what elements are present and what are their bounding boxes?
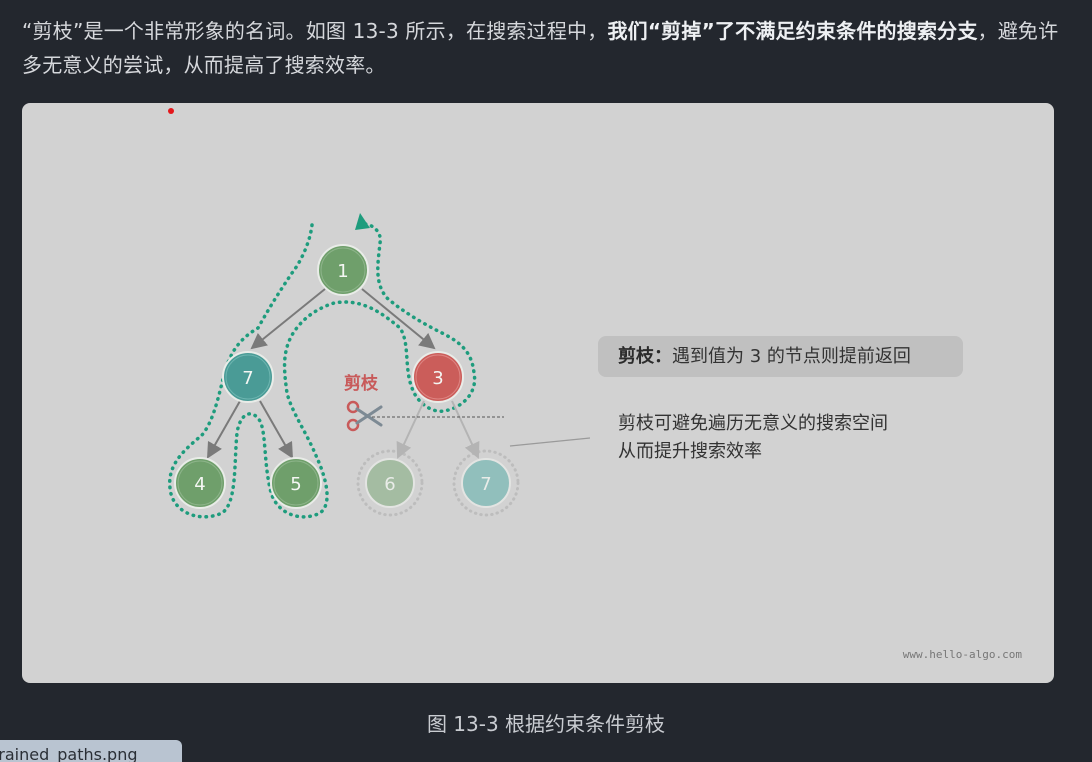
tree-node-5: 5 [270, 457, 322, 509]
note-connector [509, 437, 591, 447]
tree-node-6-faded: 6 [365, 458, 415, 508]
node-1-label: 1 [337, 261, 348, 282]
file-name-tab[interactable]: trained_paths.png [0, 740, 182, 762]
tree-node-7-left: 7 [222, 351, 274, 403]
node-6-label: 6 [384, 474, 395, 495]
figure-caption: 图 13-3 根据约束条件剪枝 [426, 712, 666, 736]
edge-7-5 [259, 400, 293, 459]
node-4-label: 4 [194, 474, 205, 495]
edge-1-3 [361, 288, 436, 350]
pruning-note: 剪枝可避免遍历无意义的搜索空间 从而提升搜索效率 [618, 410, 888, 466]
tree-diagram: 1 7 3 4 5 6 7 [168, 213, 591, 519]
file-name-label: trained_paths.png [0, 745, 138, 762]
note-line-1: 剪枝可避免遍历无意义的搜索空间 [618, 413, 888, 434]
callout-bold: 剪枝： [618, 346, 672, 367]
callout-text: 遇到值为 3 的节点则提前返回 [672, 346, 911, 367]
tree-node-1: 1 [317, 244, 369, 296]
paragraph-bold-text: 我们“剪掉”了不满足约束条件的搜索分支 [607, 19, 978, 43]
watermark: www.hello-algo.com [902, 648, 1022, 661]
cursor-marker [168, 108, 174, 114]
pruning-callout: 剪枝：遇到值为 3 的节点则提前返回 [598, 336, 963, 377]
node-3-label: 3 [432, 368, 443, 389]
tree-node-4: 4 [174, 457, 226, 509]
traversal-arrow-head [355, 213, 370, 230]
tree-node-3-pruned: 3 [412, 351, 464, 403]
node-7-left-label: 7 [242, 368, 253, 389]
prune-label: 剪枝 [344, 374, 378, 394]
page: “剪枝”是一个非常形象的名词。如图 13-3 所示，在搜索过程中，我们“剪掉”了… [0, 0, 1092, 762]
edge-3-7 [451, 400, 480, 459]
paragraph-text-1: “剪枝”是一个非常形象的名词。如图 13-3 所示，在搜索过程中， [22, 19, 608, 43]
tree-node-7-right-faded: 7 [461, 458, 511, 508]
scissors-icon [346, 400, 383, 432]
note-line-2: 从而提升搜索效率 [618, 441, 762, 462]
node-5-label: 5 [290, 474, 301, 495]
edge-3-6 [396, 400, 425, 459]
node-7-right-label: 7 [480, 474, 491, 495]
pruning-figure: 1 7 3 4 5 6 7 剪枝 剪枝：遇到值为 3 的节点则提前返回 剪枝可避… [22, 103, 1054, 683]
body-paragraph: “剪枝”是一个非常形象的名词。如图 13-3 所示，在搜索过程中，我们“剪掉”了… [22, 14, 1062, 82]
